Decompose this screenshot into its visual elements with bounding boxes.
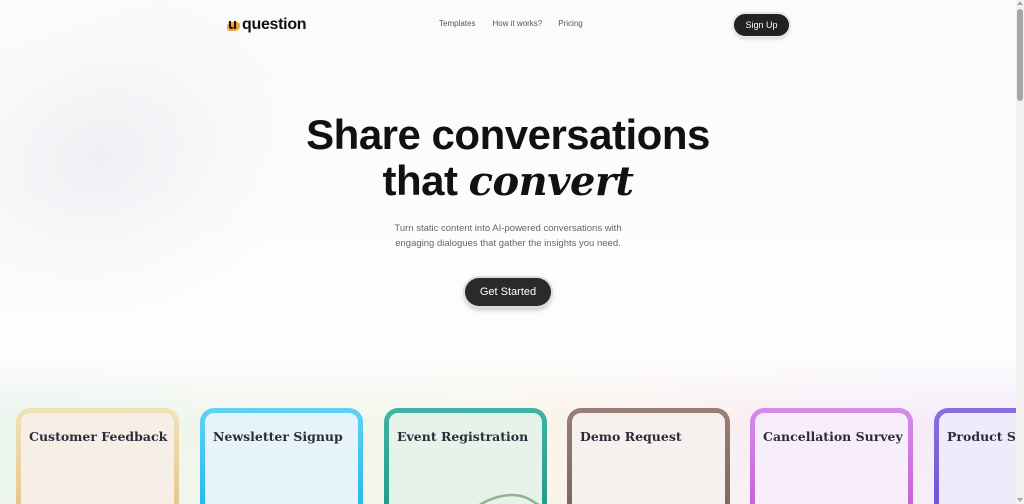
card-body: Cancellation Survey bbox=[755, 413, 908, 504]
template-card-event-registration[interactable]: Event Registration bbox=[384, 408, 547, 504]
vertical-scrollbar[interactable] bbox=[1016, 0, 1024, 504]
get-started-button[interactable]: Get Started bbox=[465, 278, 551, 306]
landing-page: question Templates How it works? Pricing… bbox=[0, 0, 1016, 504]
hero-subtitle: Turn static content into AI-powered conv… bbox=[0, 221, 1016, 251]
hero-title-line1: Share conversations bbox=[306, 111, 710, 158]
squiggle-illustration-icon bbox=[479, 493, 540, 504]
card-body: Event Registration bbox=[389, 413, 542, 504]
scrollbar-thumb[interactable] bbox=[1017, 9, 1023, 101]
sign-up-button[interactable]: Sign Up bbox=[734, 14, 789, 36]
hero-subtitle-line2: engaging dialogues that gather the insig… bbox=[395, 238, 621, 249]
template-card-cancellation-survey[interactable]: Cancellation Survey bbox=[750, 408, 913, 504]
hero-title-accent: convert bbox=[468, 158, 634, 205]
hero-title: Share conversations that convert bbox=[0, 112, 1016, 205]
card-title: Cancellation Survey bbox=[763, 429, 903, 444]
template-card-newsletter-signup[interactable]: Newsletter Signup bbox=[200, 408, 363, 504]
template-card-customer-feedback[interactable]: Customer Feedback bbox=[16, 408, 179, 504]
top-nav: Templates How it works? Pricing bbox=[439, 19, 583, 28]
hero-title-plain: that bbox=[382, 157, 469, 204]
card-body: Demo Request bbox=[572, 413, 725, 504]
brand-name: question bbox=[242, 16, 307, 33]
nav-link-how-it-works[interactable]: How it works? bbox=[492, 19, 542, 28]
card-body: Customer Feedback bbox=[21, 413, 174, 504]
hero-subtitle-line1: Turn static content into AI-powered conv… bbox=[394, 223, 622, 234]
brand-logo[interactable]: question bbox=[227, 14, 307, 36]
card-title: Demo Request bbox=[580, 429, 682, 444]
scroll-up-arrow-icon[interactable] bbox=[1017, 1, 1023, 5]
card-title: Product Su bbox=[947, 429, 1016, 444]
logo-mark-icon bbox=[227, 16, 241, 34]
template-card-product-survey[interactable]: Product Su bbox=[934, 408, 1016, 504]
card-body: Newsletter Signup bbox=[205, 413, 358, 504]
nav-link-templates[interactable]: Templates bbox=[439, 19, 475, 28]
card-title: Event Registration bbox=[397, 429, 529, 444]
nav-link-pricing[interactable]: Pricing bbox=[558, 19, 582, 28]
hero-title-line2: that convert bbox=[0, 158, 1016, 205]
card-body: Product Su bbox=[939, 413, 1016, 504]
template-card-demo-request[interactable]: Demo Request bbox=[567, 408, 730, 504]
card-title: Customer Feedback bbox=[29, 429, 168, 444]
card-title: Newsletter Signup bbox=[213, 429, 343, 444]
scroll-down-arrow-icon[interactable] bbox=[1017, 498, 1023, 502]
